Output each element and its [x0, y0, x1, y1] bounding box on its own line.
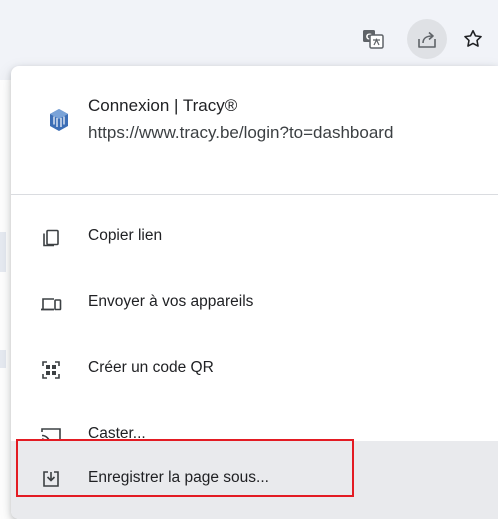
- translate-icon[interactable]: G: [360, 26, 386, 52]
- qr-code-icon: [39, 358, 63, 382]
- menu-divider: [11, 194, 498, 195]
- save-page-item[interactable]: Enregistrer la page sous...: [11, 441, 498, 519]
- page-edge: [0, 350, 6, 368]
- send-to-devices-icon: [39, 292, 63, 316]
- copy-link-label: Copier lien: [88, 227, 163, 244]
- save-page-label: Enregistrer la page sous...: [88, 469, 269, 486]
- star-icon[interactable]: [460, 26, 486, 52]
- page-title: Connexion | Tracy®: [88, 96, 238, 115]
- page-url: https://www.tracy.be/login?to=dashboard: [88, 123, 394, 142]
- share-icon[interactable]: [407, 19, 447, 59]
- save-page-icon: [39, 467, 63, 491]
- copy-link-item[interactable]: Copier lien: [11, 204, 498, 270]
- qr-code-label: Créer un code QR: [88, 359, 214, 376]
- share-menu-header: Connexion | Tracy® https://www.tracy.be/…: [11, 66, 498, 194]
- page-edge: [0, 232, 6, 272]
- send-to-devices-label: Envoyer à vos appareils: [88, 293, 254, 310]
- qr-code-item[interactable]: Créer un code QR: [11, 336, 498, 402]
- share-menu: Connexion | Tracy® https://www.tracy.be/…: [11, 66, 498, 519]
- copy-link-icon: [39, 226, 63, 250]
- send-to-devices-item[interactable]: Envoyer à vos appareils: [11, 270, 498, 336]
- site-favicon-icon: [45, 106, 73, 134]
